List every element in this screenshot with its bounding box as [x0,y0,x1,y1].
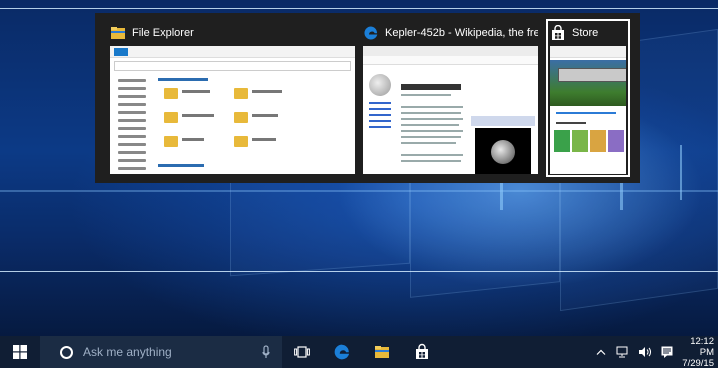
cortana-icon [60,345,73,359]
edge-icon [363,25,379,41]
start-button[interactable] [0,336,40,368]
chevron-up-icon[interactable] [590,336,612,368]
volume-icon[interactable] [634,336,656,368]
file-explorer-icon [110,25,126,41]
task-window-file-explorer[interactable]: File Explorer [110,23,355,174]
clock-date: 7/29/15 [682,357,714,368]
taskbar-file-explorer-button[interactable] [362,336,402,368]
window-title: Kepler-452b - Wikipedia, the free e... [385,27,538,39]
window-title-bar: File Explorer [110,23,350,43]
thumbnail-content [154,74,351,174]
file-explorer-icon [375,346,389,358]
cortana-search-box[interactable]: Ask me anything [40,336,282,368]
search-placeholder: Ask me anything [83,345,172,359]
system-tray: 12:12 PM 7/29/15 [590,336,718,368]
window-thumbnail [363,46,538,174]
planet-image [475,128,531,174]
window-title-bar: Kepler-452b - Wikipedia, the free e... [363,23,538,43]
edge-icon [334,344,350,360]
taskbar-edge-button[interactable] [322,336,362,368]
wallpaper-beam [0,190,718,192]
system-clock[interactable]: 12:12 PM 7/29/15 [678,336,718,368]
taskbar-store-button[interactable] [402,336,442,368]
task-view-strip: File Explorer Kepler-452b - Wikipedia, t… [95,13,640,183]
thumbnail-address-bar [114,61,351,71]
wallpaper-line [0,271,718,272]
task-view-icon [294,346,310,358]
wallpaper-line [0,8,718,9]
thumbnail-nav-pane [110,74,150,174]
action-center-icon[interactable] [656,336,678,368]
clock-time: 12:12 PM [690,335,714,358]
store-icon [416,343,428,359]
window-title: File Explorer [132,27,194,39]
thumbnail-ribbon [110,46,355,58]
wikipedia-logo [369,74,391,96]
selected-window-frame [546,19,630,177]
task-view-button[interactable] [282,336,322,368]
windows-logo-icon [13,345,27,359]
network-icon[interactable] [612,336,634,368]
task-window-edge[interactable]: Kepler-452b - Wikipedia, the free e... [363,23,538,174]
taskbar: Ask me anything 12:12 PM 7/29/15 [0,336,718,368]
microphone-icon[interactable] [262,344,270,360]
task-window-store[interactable]: Store [546,19,630,177]
window-thumbnail [110,46,355,174]
